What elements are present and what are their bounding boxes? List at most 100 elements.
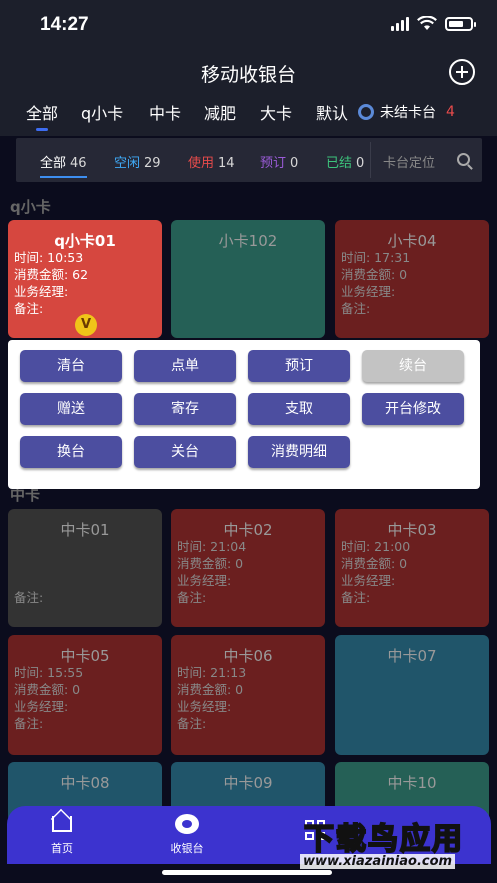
change-table-button[interactable]: 换台 [20, 436, 122, 468]
status-time: 14:27 [40, 14, 89, 35]
home-indicator[interactable] [162, 870, 332, 875]
table-manager: 业务经理: [14, 284, 69, 299]
table-card[interactable]: q小卡01 时间: 10:53 消费金额: 62 业务经理: 备注: V [8, 220, 162, 338]
close-table-button[interactable]: 关台 [134, 436, 236, 468]
table-card[interactable]: 中卡03 时间: 21:00 消费金额: 0 业务经理: 备注: [335, 509, 489, 627]
table-name: 中卡06 [223, 647, 273, 665]
table-note: 备注: [341, 590, 371, 605]
filter-count: 0 [290, 156, 299, 171]
table-action-popup: 清台 点单 预订 续台 赠送 寄存 支取 开台修改 换台 关台 消费明细 [8, 340, 480, 489]
filter-using[interactable]: 使用 14 [188, 152, 235, 171]
table-name: 小卡102 [218, 232, 278, 250]
table-card[interactable]: 小卡04 时间: 17:31 消费金额: 0 业务经理: 备注: [335, 220, 489, 338]
table-info: 时间: 21:00 消费金额: 0 业务经理: 备注: [341, 538, 410, 606]
nav-bar: 移动收银台 [0, 50, 497, 94]
filter-settled[interactable]: 已结 0 [326, 152, 364, 171]
table-amount: 消费金额: 0 [177, 682, 244, 697]
add-icon[interactable] [449, 59, 475, 85]
table-name: q小卡01 [54, 232, 116, 250]
table-name: 中卡05 [60, 647, 110, 665]
tab-category-q-small[interactable]: q小卡 [81, 100, 123, 124]
signal-icon [391, 16, 409, 31]
unsettled-count: 4 [446, 104, 455, 120]
table-amount [14, 555, 43, 572]
table-card[interactable]: 中卡01 备注: [8, 509, 162, 627]
tab-category-all[interactable]: 全部 [26, 100, 58, 131]
table-time: 时间: 21:00 [341, 539, 411, 554]
consumption-detail-button[interactable]: 消费明细 [248, 436, 350, 468]
tab-category-default[interactable]: 默认 [316, 100, 348, 124]
clear-table-button[interactable]: 清台 [20, 350, 122, 382]
tab-cashier[interactable]: 收银台 [147, 814, 227, 856]
table-manager: 业务经理: [341, 573, 396, 588]
table-name: 中卡09 [223, 774, 273, 792]
radio-icon [358, 104, 374, 120]
filter-reserved[interactable]: 预订 0 [260, 152, 298, 171]
table-manager: 业务经理: [14, 699, 69, 714]
cashier-icon [175, 814, 199, 834]
status-bar: 14:27 [0, 0, 497, 50]
table-note: 备注: [14, 590, 44, 605]
table-card[interactable]: 中卡02 时间: 21:04 消费金额: 0 业务经理: 备注: [171, 509, 325, 627]
gift-button[interactable]: 赠送 [20, 393, 122, 425]
tab-home[interactable]: 首页 [22, 814, 102, 856]
table-name: 中卡08 [60, 774, 110, 792]
order-button[interactable]: 点单 [134, 350, 236, 382]
watermark-logo: 下载鸟应用 www.xiazainiao.com [296, 814, 496, 876]
filter-idle[interactable]: 空闲 29 [114, 152, 161, 171]
table-amount: 消费金额: 0 [177, 556, 244, 571]
table-amount: 消费金额: 0 [341, 556, 408, 571]
table-note: 备注: [341, 301, 371, 316]
table-note: 备注: [14, 716, 44, 731]
table-name: 中卡03 [387, 521, 437, 539]
table-info: 时间: 21:13 消费金额: 0 业务经理: 备注: [177, 664, 246, 732]
table-time: 时间: 17:31 [341, 250, 411, 265]
table-info: 时间: 15:55 消费金额: 0 业务经理: 备注: [14, 664, 83, 732]
filter-all[interactable]: 全部 46 [40, 152, 87, 178]
filter-label: 已结 [326, 156, 353, 171]
table-amount: 消费金额: 62 [14, 267, 89, 282]
watermark-url: www.xiazainiao.com [300, 854, 456, 869]
vip-badge-icon: V [75, 314, 97, 336]
table-info: 时间: 10:53 消费金额: 62 业务经理: 备注: [14, 249, 88, 317]
search-placeholder: 卡台定位 [383, 156, 436, 171]
table-name: 中卡02 [223, 521, 273, 539]
home-icon [52, 816, 72, 832]
table-manager [14, 572, 43, 589]
table-amount: 消费金额: 0 [14, 682, 81, 697]
table-time: 时间: 10:53 [14, 250, 84, 265]
tab-category-medium[interactable]: 中卡 [149, 100, 181, 124]
table-card[interactable]: 中卡06 时间: 21:13 消费金额: 0 业务经理: 备注: [171, 635, 325, 755]
withdraw-button[interactable]: 支取 [248, 393, 350, 425]
table-locate-search[interactable]: 卡台定位 [370, 142, 480, 178]
modify-opening-button[interactable]: 开台修改 [362, 393, 464, 425]
deposit-button[interactable]: 寄存 [134, 393, 236, 425]
table-manager: 业务经理: [177, 699, 232, 714]
category-tabs: 全部 q小卡 中卡 减肥 大卡 默认 未结卡台 4 [0, 94, 497, 136]
tab-home-label: 首页 [51, 842, 73, 855]
filter-label: 全部 [40, 156, 67, 171]
tab-category-large[interactable]: 大卡 [260, 100, 292, 124]
reserve-button[interactable]: 预订 [248, 350, 350, 382]
battery-icon [445, 16, 476, 31]
watermark-title: 下载鸟应用 [303, 821, 464, 858]
table-info: 时间: 21:04 消费金额: 0 业务经理: 备注: [177, 538, 246, 606]
filter-label: 预订 [260, 156, 287, 171]
tab-category-slimming[interactable]: 减肥 [204, 100, 236, 124]
section-title-q-small: q小卡 [10, 198, 51, 216]
table-manager: 业务经理: [177, 573, 232, 588]
table-amount: 消费金额: 0 [341, 267, 408, 282]
unsettled-toggle[interactable]: 未结卡台 4 [358, 102, 455, 122]
status-filter-bar: 全部 46 空闲 29 使用 14 预订 0 已结 0 卡台定位 [16, 138, 482, 182]
filter-label: 使用 [188, 156, 215, 171]
table-card[interactable]: 中卡07 [335, 635, 489, 755]
search-icon[interactable] [457, 153, 470, 166]
extend-table-button[interactable]: 续台 [362, 350, 464, 382]
table-card[interactable]: 中卡05 时间: 15:55 消费金额: 0 业务经理: 备注: [8, 635, 162, 755]
filter-count: 29 [144, 156, 161, 171]
table-card[interactable]: 小卡102 [171, 220, 325, 338]
tab-cashier-label: 收银台 [170, 842, 204, 855]
wifi-icon [417, 16, 437, 30]
table-time: 时间: 21:13 [177, 665, 247, 680]
filter-label: 空闲 [114, 156, 141, 171]
